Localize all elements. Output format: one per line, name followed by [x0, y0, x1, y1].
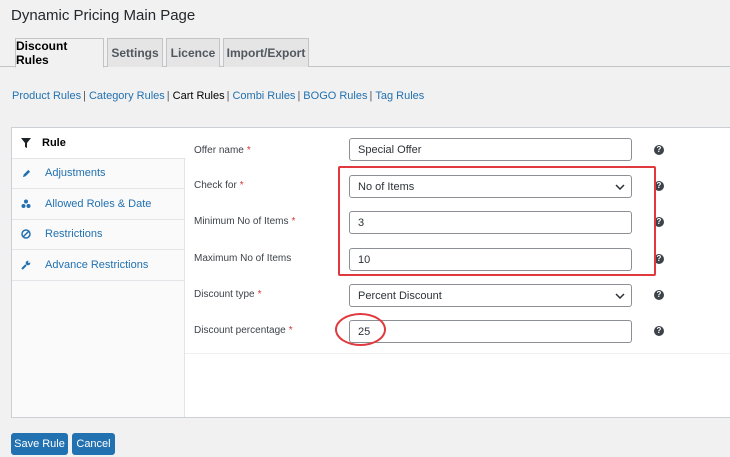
save-rule-button[interactable]: Save Rule [11, 433, 68, 455]
discount-type-select[interactable]: Percent Discount [349, 284, 632, 307]
discount-type-label: Discount type * [194, 289, 262, 300]
users-icon [20, 198, 32, 210]
sidebar-item-label: Adjustments [45, 167, 106, 180]
help-icon[interactable]: ? [654, 326, 664, 336]
pencil-icon [20, 167, 32, 179]
help-icon[interactable]: ? [654, 181, 664, 191]
help-icon[interactable]: ? [654, 290, 664, 300]
subnav-tag-rules[interactable]: Tag Rules [375, 90, 424, 102]
subnav-cart-rules: Cart Rules [172, 90, 225, 102]
nav-tabs: Discount Rules Settings Licence Import/E… [0, 38, 730, 68]
help-icon[interactable]: ? [654, 254, 664, 264]
subnav-category-rules[interactable]: Category Rules [89, 90, 165, 102]
rule-sidebar: Rule Adjustments Allowed Roles & Date Re… [12, 128, 186, 417]
sidebar-item-advance-restrictions[interactable]: Advance Restrictions [12, 250, 184, 281]
cancel-button[interactable]: Cancel [72, 433, 115, 455]
sidebar-item-rule[interactable]: Rule [12, 128, 186, 159]
tab-licence[interactable]: Licence [166, 38, 220, 67]
subnav-bogo-rules[interactable]: BOGO Rules [303, 90, 367, 102]
discount-percentage-label: Discount percentage * [194, 325, 293, 336]
sidebar-item-adjustments[interactable]: Adjustments [12, 159, 184, 189]
help-icon[interactable]: ? [654, 217, 664, 227]
min-items-label: Minimum No of Items * [194, 216, 296, 227]
offer-name-input[interactable]: Special Offer [349, 138, 632, 161]
chevron-down-icon [615, 292, 625, 299]
rule-panel: Rule Adjustments Allowed Roles & Date Re… [11, 127, 730, 418]
sidebar-item-restrictions[interactable]: Restrictions [12, 220, 184, 250]
help-icon[interactable]: ? [654, 145, 664, 155]
check-for-label: Check for * [194, 180, 244, 191]
max-items-input[interactable]: 10 [349, 248, 632, 271]
sidebar-item-label: Rule [42, 136, 66, 149]
max-items-label: Maximum No of Items [194, 253, 292, 264]
page-title: Dynamic Pricing Main Page [11, 7, 196, 24]
sidebar-item-label: Allowed Roles & Date [45, 197, 152, 210]
tab-settings[interactable]: Settings [107, 38, 163, 67]
offer-name-label: Offer name * [194, 145, 251, 156]
discount-percentage-input[interactable]: 25 [349, 320, 632, 343]
sidebar-item-label: Restrictions [45, 228, 103, 241]
subnav-combi-rules[interactable]: Combi Rules [232, 90, 295, 102]
rules-subnav: Product Rules | Category Rules | Cart Rules |… [12, 90, 425, 102]
wrench-icon [20, 259, 32, 271]
subnav-product-rules[interactable]: Product Rules [12, 90, 81, 102]
block-icon [20, 228, 32, 240]
tab-import-export[interactable]: Import/Export [223, 38, 309, 67]
min-items-input[interactable]: 3 [349, 211, 632, 234]
sidebar-item-allowed-roles-date[interactable]: Allowed Roles & Date [12, 189, 184, 220]
tab-discount-rules[interactable]: Discount Rules [15, 38, 104, 68]
chevron-down-icon [615, 183, 625, 190]
form-divider [185, 353, 730, 354]
sidebar-item-label: Advance Restrictions [45, 258, 149, 271]
check-for-select[interactable]: No of Items [349, 175, 632, 198]
filter-icon [20, 137, 32, 149]
